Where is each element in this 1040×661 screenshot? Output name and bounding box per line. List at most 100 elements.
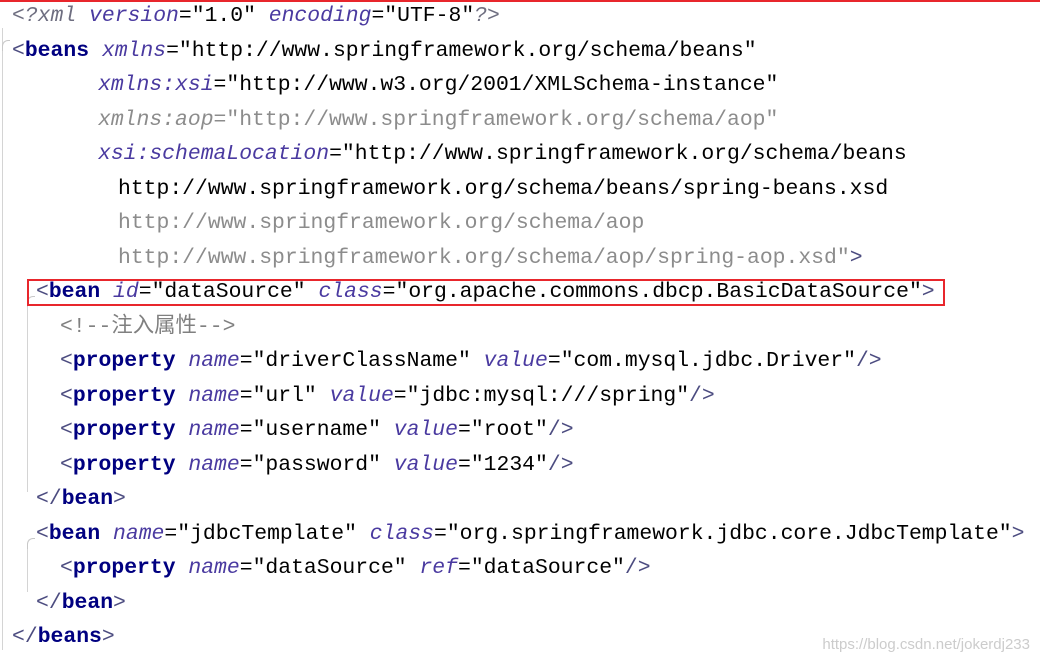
angle-bracket: />: [689, 383, 715, 408]
unused-namespace-attribute: xmlns:aop: [98, 107, 214, 132]
attribute-value: "root": [470, 418, 548, 442]
angle-bracket: >: [101, 625, 115, 649]
code-line[interactable]: </bean>: [0, 586, 1040, 621]
attribute-value: "username": [252, 418, 381, 442]
tag-name: property: [72, 383, 176, 408]
equals-sign: =: [213, 73, 227, 97]
angle-bracket: <: [60, 418, 73, 442]
attribute-value: "com.mysql.jdbc.Driver": [560, 349, 856, 373]
equals-sign: =: [457, 418, 471, 442]
attribute-value: "driverClassName": [252, 349, 471, 373]
tag-name: property: [72, 418, 176, 442]
angle-bracket: />: [547, 418, 574, 442]
angle-bracket: />: [855, 349, 882, 373]
attribute-name: id: [100, 280, 139, 304]
attribute-name: name: [175, 418, 240, 442]
code-line[interactable]: <bean id="dataSource" class="org.apache.…: [0, 275, 1040, 310]
attribute-name: class: [356, 521, 434, 546]
attribute-value: "dataSource": [151, 280, 306, 304]
attribute-name: version: [76, 4, 179, 28]
angle-bracket: >: [113, 590, 126, 615]
equals-sign: =: [382, 280, 396, 304]
angle-bracket: <: [60, 349, 73, 373]
angle-bracket: <: [12, 38, 25, 63]
attribute-name: value: [380, 418, 458, 442]
code-line[interactable]: <?xml version="1.0" encoding="UTF-8"?>: [0, 0, 1040, 34]
equals-sign: =: [239, 349, 253, 373]
equals-sign: =: [433, 521, 447, 546]
tag-name: property: [72, 556, 176, 580]
attribute-value: "dataSource": [470, 556, 625, 580]
attribute-value: "1.0": [191, 4, 256, 28]
watermark-text: https://blog.csdn.net/jokerdj233: [822, 636, 1030, 653]
attribute-value: "password": [252, 452, 381, 477]
attribute-value: "1234": [470, 452, 548, 477]
attribute-value: "http://www.springframework.org/schema/b…: [341, 142, 907, 166]
code-line[interactable]: http://www.springframework.org/schema/ao…: [0, 241, 1040, 276]
code-line[interactable]: xmlns:xsi="http://www.w3.org/2001/XMLSch…: [0, 68, 1040, 103]
equals-sign: =: [178, 4, 192, 28]
code-area[interactable]: <?xml version="1.0" encoding="UTF-8"?> <…: [0, 0, 1040, 655]
attribute-name: name: [175, 349, 240, 373]
equals-sign: =: [329, 142, 342, 166]
equals-sign: =: [393, 383, 407, 408]
code-line[interactable]: <beans xmlns="http://www.springframework…: [0, 34, 1040, 69]
tag-name: property: [72, 452, 176, 477]
code-line[interactable]: xmlns:aop="http://www.springframework.or…: [0, 103, 1040, 138]
xml-declaration-token: ?>: [474, 4, 500, 28]
tag-name: bean: [61, 590, 114, 615]
equals-sign: =: [239, 418, 253, 442]
attribute-name: value: [470, 349, 548, 373]
code-line[interactable]: <property name="driverClassName" value="…: [0, 344, 1040, 379]
attribute-value: "http://www.springframework.org/schema/b…: [178, 38, 757, 63]
attribute-name: name: [175, 452, 240, 477]
code-line[interactable]: <property name="dataSource" ref="dataSou…: [0, 551, 1040, 586]
code-line[interactable]: <property name="password" value="1234"/>: [0, 448, 1040, 483]
attribute-value: "jdbc:mysql:///spring": [406, 383, 690, 408]
unused-namespace-text: http://www.springframework.org/schema/ao…: [118, 245, 850, 270]
xml-declaration-token: <?xml: [12, 4, 77, 28]
code-line[interactable]: xsi:schemaLocation="http://www.springfra…: [0, 137, 1040, 172]
attribute-value: "http://www.w3.org/2001/XMLSchema-instan…: [226, 73, 779, 97]
code-line[interactable]: <bean name="jdbcTemplate" class="org.spr…: [0, 517, 1040, 552]
code-line[interactable]: </bean>: [0, 482, 1040, 517]
tag-name: beans: [24, 38, 90, 63]
equals-sign: =: [239, 452, 253, 477]
angle-bracket: >: [849, 245, 863, 270]
attribute-name: value: [316, 383, 394, 408]
attribute-name: class: [305, 280, 383, 304]
angle-bracket: >: [1011, 521, 1025, 546]
xml-comment: <!--注入属性-->: [60, 314, 236, 339]
equals-sign: =: [239, 383, 253, 408]
attribute-name: name: [175, 383, 240, 408]
angle-bracket: </: [12, 625, 38, 649]
equals-sign: =: [239, 556, 253, 580]
equals-sign: =: [457, 556, 471, 580]
equals-sign: =: [457, 452, 471, 477]
attribute-name: name: [100, 521, 165, 546]
equals-sign: =: [138, 280, 152, 304]
attribute-name: xmlns:xsi: [98, 73, 214, 97]
attribute-value: "url": [252, 383, 317, 408]
code-line[interactable]: http://www.springframework.org/schema/ao…: [0, 206, 1040, 241]
code-line[interactable]: http://www.springframework.org/schema/be…: [0, 172, 1040, 207]
angle-bracket: <: [36, 280, 49, 304]
code-line[interactable]: <!--注入属性-->: [0, 310, 1040, 345]
attribute-name: xsi:schemaLocation: [98, 142, 330, 166]
angle-bracket: </: [36, 590, 62, 615]
attribute-name: encoding: [255, 4, 372, 28]
equals-sign: =: [547, 349, 561, 373]
tag-name: property: [72, 349, 176, 373]
angle-bracket: <: [36, 521, 49, 546]
angle-bracket: >: [921, 280, 935, 304]
code-line[interactable]: <property name="url" value="jdbc:mysql:/…: [0, 379, 1040, 414]
attribute-name: name: [175, 556, 240, 580]
attribute-value: "UTF-8": [384, 4, 475, 28]
code-line[interactable]: <property name="username" value="root"/>: [0, 413, 1040, 448]
equals-sign: =: [164, 521, 178, 546]
equals-sign: =: [371, 4, 385, 28]
angle-bracket: <: [60, 556, 73, 580]
equals-sign: =: [166, 38, 179, 63]
angle-bracket: <: [60, 383, 73, 408]
xml-code-editor[interactable]: <?xml version="1.0" encoding="UTF-8"?> <…: [0, 0, 1040, 661]
